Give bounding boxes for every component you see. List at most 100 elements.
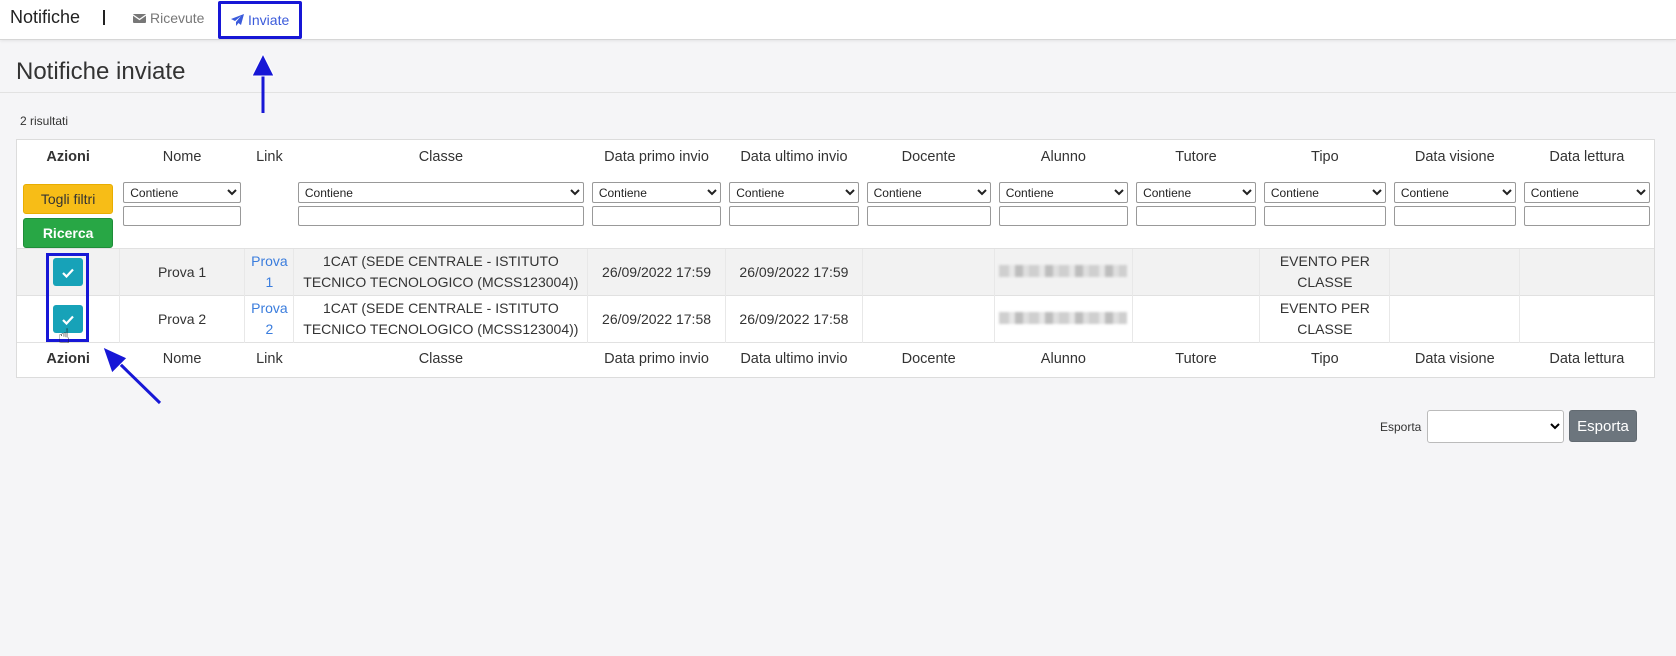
filter-select-data-primo-invio[interactable]: Contiene bbox=[591, 182, 722, 203]
row-actions-cell bbox=[17, 248, 120, 296]
table-footer-row: Azioni Nome Link Classe Data primo invio… bbox=[17, 342, 1654, 375]
brand-title: Notifiche bbox=[10, 7, 81, 27]
notifications-table: Azioni Nome Link Classe Data primo invio… bbox=[16, 139, 1655, 378]
column-header[interactable]: Data lettura bbox=[1520, 140, 1654, 174]
column-header[interactable]: Tipo bbox=[1260, 140, 1390, 174]
filter-input-alunno[interactable] bbox=[998, 206, 1129, 226]
hand-pointer-icon: ☝ bbox=[58, 326, 71, 348]
column-header[interactable]: Classe bbox=[294, 140, 588, 174]
filter-cell-docente: Contiene bbox=[863, 174, 995, 249]
filter-cell-data-primo-invio: Contiene bbox=[588, 174, 725, 249]
filter-input-data-visione[interactable] bbox=[1393, 206, 1516, 226]
cell-data-visione bbox=[1389, 248, 1520, 296]
cell-tipo: EVENTO PER CLASSE bbox=[1259, 295, 1390, 343]
cell-data-lettura bbox=[1519, 248, 1654, 296]
cell-alunno bbox=[994, 248, 1133, 296]
filter-input-tutore[interactable] bbox=[1136, 206, 1256, 226]
filter-cell-tutore: Contiene bbox=[1132, 174, 1260, 249]
filter-input-data-ultimo-invio[interactable] bbox=[729, 206, 859, 226]
clear-filters-button[interactable]: Togli filtri bbox=[23, 184, 114, 214]
table-row: Prova 2 Prova 2 1CAT (SEDE CENTRALE - IS… bbox=[17, 295, 1654, 343]
cell-link: Prova 1 bbox=[244, 248, 294, 296]
filter-cell-data-ultimo-invio: Contiene bbox=[725, 174, 862, 249]
column-footer: Tipo bbox=[1259, 342, 1390, 375]
filter-cell-nome: Contiene bbox=[119, 174, 245, 249]
cell-classe: 1CAT (SEDE CENTRALE - ISTITUTO TECNICO T… bbox=[293, 295, 588, 343]
column-header[interactable]: Tutore bbox=[1132, 140, 1260, 174]
notification-link[interactable]: Prova 2 bbox=[251, 300, 288, 337]
cell-link: Prova 2 bbox=[244, 295, 294, 343]
filter-select-alunno[interactable]: Contiene bbox=[998, 182, 1129, 203]
nav-sent-link[interactable]: Inviate bbox=[218, 1, 303, 39]
table-header-row: Azioni Nome Link Classe Data primo invio… bbox=[17, 140, 1654, 174]
filter-select-data-visione[interactable]: Contiene bbox=[1393, 182, 1516, 203]
cell-nome: Prova 1 bbox=[118, 248, 245, 296]
filter-cell-data-lettura: Contiene bbox=[1520, 174, 1654, 249]
export-button[interactable]: Esporta bbox=[1569, 410, 1637, 442]
filter-select-nome[interactable]: Contiene bbox=[123, 182, 241, 203]
nav-sent-label: Inviate bbox=[248, 12, 290, 28]
cell-data-visione bbox=[1389, 295, 1520, 343]
filter-actions-cell: Togli filtri Ricerca bbox=[17, 174, 119, 249]
envelope-icon bbox=[133, 13, 146, 23]
filter-input-nome[interactable] bbox=[123, 206, 241, 226]
filter-cell-link bbox=[245, 174, 294, 249]
nav-received-link[interactable]: Ricevute bbox=[133, 10, 204, 26]
column-header[interactable]: Link bbox=[245, 140, 294, 174]
filter-select-tutore[interactable]: Contiene bbox=[1136, 182, 1256, 203]
column-footer: Classe bbox=[293, 342, 588, 375]
column-footer: Link bbox=[244, 342, 294, 375]
filter-input-tipo[interactable] bbox=[1263, 206, 1386, 226]
cell-tutore bbox=[1131, 295, 1260, 343]
cell-data-lettura bbox=[1519, 295, 1654, 343]
column-header[interactable]: Nome bbox=[119, 140, 245, 174]
cell-docente bbox=[862, 295, 995, 343]
top-navbar: Notifiche Ricevute Inviate bbox=[0, 0, 1676, 40]
filter-select-tipo[interactable]: Contiene bbox=[1263, 182, 1386, 203]
page-title: Notifiche inviate bbox=[16, 58, 186, 85]
cell-data-ultimo-invio: 26/09/2022 17:58 bbox=[724, 295, 863, 343]
title-divider bbox=[0, 92, 1676, 93]
cell-classe: 1CAT (SEDE CENTRALE - ISTITUTO TECNICO T… bbox=[293, 248, 588, 296]
brand-separator bbox=[103, 10, 105, 25]
filter-row: Togli filtri Ricerca Contiene Contiene C… bbox=[17, 174, 1654, 249]
mark-read-button[interactable] bbox=[52, 258, 83, 286]
filter-select-data-lettura[interactable]: Contiene bbox=[1523, 182, 1650, 203]
paper-plane-icon bbox=[231, 14, 244, 26]
column-header[interactable]: Alunno bbox=[995, 140, 1132, 174]
filter-input-docente[interactable] bbox=[866, 206, 991, 226]
column-header[interactable]: Data ultimo invio bbox=[725, 140, 862, 174]
filter-input-classe[interactable] bbox=[297, 206, 584, 226]
column-header[interactable]: Data visione bbox=[1390, 140, 1520, 174]
filter-cell-classe: Contiene bbox=[294, 174, 588, 249]
column-footer: Data visione bbox=[1389, 342, 1520, 375]
column-footer: Data ultimo invio bbox=[725, 342, 863, 375]
column-header: Azioni bbox=[46, 149, 90, 165]
search-button[interactable]: Ricerca bbox=[23, 218, 114, 248]
export-label: Esporta bbox=[1380, 420, 1422, 434]
column-footer: Data lettura bbox=[1519, 342, 1654, 375]
filter-cell-alunno: Contiene bbox=[995, 174, 1132, 249]
redacted-student-name bbox=[999, 311, 1128, 324]
result-count: 2 risultati bbox=[20, 114, 69, 128]
redacted-student-name bbox=[999, 264, 1128, 277]
notification-link[interactable]: Prova 1 bbox=[251, 253, 288, 290]
column-footer: Alunno bbox=[994, 342, 1133, 375]
export-format-select[interactable] bbox=[1427, 410, 1564, 443]
arrow-up-icon bbox=[251, 52, 275, 113]
filter-input-data-primo-invio[interactable] bbox=[591, 206, 722, 226]
cell-tutore bbox=[1131, 248, 1260, 296]
filter-input-data-lettura[interactable] bbox=[1523, 206, 1650, 226]
cell-docente bbox=[862, 248, 995, 296]
filter-select-docente[interactable]: Contiene bbox=[866, 182, 991, 203]
cell-data-primo-invio: 26/09/2022 17:58 bbox=[587, 295, 726, 343]
nav-received-label: Ricevute bbox=[150, 10, 205, 26]
filter-select-classe[interactable]: Contiene bbox=[297, 182, 584, 203]
column-footer: Tutore bbox=[1132, 342, 1260, 375]
cell-alunno bbox=[994, 295, 1133, 343]
cell-data-primo-invio: 26/09/2022 17:59 bbox=[587, 248, 726, 296]
filter-select-data-ultimo-invio[interactable]: Contiene bbox=[729, 182, 859, 203]
cell-nome: Prova 2 bbox=[118, 295, 245, 343]
column-header[interactable]: Docente bbox=[863, 140, 995, 174]
column-header[interactable]: Data primo invio bbox=[588, 140, 725, 174]
